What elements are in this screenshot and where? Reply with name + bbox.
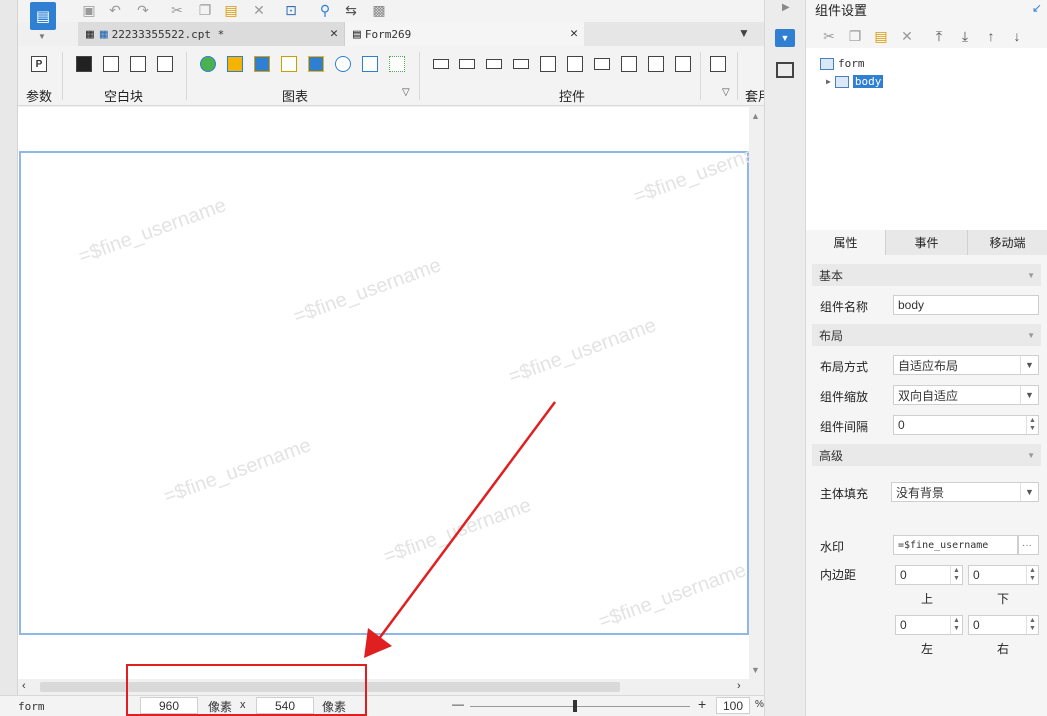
name-label: 组件名称 <box>820 300 869 314</box>
padding-left-stepper[interactable]: 0 ▲ ▼ <box>895 615 963 635</box>
scroll-up-icon[interactable]: ▲ <box>751 111 760 121</box>
spacing-label: 组件间隔 <box>820 420 869 434</box>
paste-icon[interactable]: ▤ <box>872 27 890 45</box>
scale-select[interactable]: 双向自适应 ▼ <box>893 385 1039 405</box>
stepper-icon[interactable]: ▲ ▼ <box>950 616 962 634</box>
collapse-icon[interactable]: ▼ <box>1027 271 1035 280</box>
tab-events[interactable]: 事件 <box>886 230 968 255</box>
section-basic[interactable]: 基本 ▼ <box>812 264 1041 286</box>
right-label: 右 <box>997 642 1010 656</box>
padding-right-stepper[interactable]: 0 ▲ ▼ <box>968 615 1039 635</box>
annotation-highlight-box <box>126 664 367 716</box>
fill-select[interactable]: 没有背景 ▼ <box>891 482 1039 502</box>
stepper-icon[interactable]: ▲ ▼ <box>1026 416 1038 434</box>
more-icon[interactable]: ··· <box>1018 535 1039 555</box>
stepper-icon[interactable]: ▲ ▼ <box>1026 566 1038 584</box>
chevron-down-icon[interactable]: ▼ <box>1020 356 1038 374</box>
move-up-icon[interactable]: ↑ <box>982 27 1000 45</box>
side-toolbar <box>764 0 806 716</box>
left-label: 左 <box>921 642 934 656</box>
zoom-out-button[interactable]: — <box>452 697 464 711</box>
move-bottom-icon[interactable]: ⤓ <box>956 27 974 45</box>
collapse-icon[interactable]: ▼ <box>1027 331 1035 340</box>
tree-node-body[interactable]: ▶ body <box>826 75 884 88</box>
component-settings-icon[interactable]: ▼ <box>775 29 795 47</box>
pin-icon[interactable]: ↙ <box>1032 1 1042 15</box>
scroll-down-icon[interactable]: ▼ <box>751 665 760 675</box>
padding-top-stepper[interactable]: 0 ▲ ▼ <box>895 565 963 585</box>
layout-icon[interactable] <box>776 62 794 78</box>
zoom-input[interactable]: 100 <box>716 697 750 714</box>
copy-icon[interactable]: ❐ <box>846 27 864 45</box>
spacing-stepper[interactable]: 0 ▲ ▼ <box>893 415 1039 435</box>
chevron-down-icon[interactable]: ▼ <box>1020 483 1038 501</box>
cut-icon[interactable]: ✂ <box>820 27 838 45</box>
watermark-input[interactable]: =$fine_username <box>893 535 1018 555</box>
collapse-arrow-icon[interactable]: ▶ <box>782 2 790 13</box>
layout-mode-select[interactable]: 自适应布局 ▼ <box>893 355 1039 375</box>
zoom-in-button[interactable]: + <box>698 696 706 712</box>
delete-icon[interactable]: ✕ <box>898 27 916 45</box>
percent-label: % <box>755 699 764 710</box>
annotation-arrow <box>364 401 557 658</box>
stepper-icon[interactable]: ▲ ▼ <box>1026 616 1038 634</box>
collapse-icon[interactable]: ▼ <box>1027 451 1035 460</box>
scale-label: 组件缩放 <box>820 390 869 404</box>
property-tabs: 属性 事件 移动端 <box>806 230 1047 255</box>
bottom-label: 下 <box>997 592 1010 606</box>
watermark-label: 水印 <box>820 540 845 554</box>
tab-properties[interactable]: 属性 <box>806 230 886 255</box>
body-icon <box>834 75 849 88</box>
current-component-label: form <box>18 700 45 713</box>
zoom-slider-thumb[interactable] <box>573 700 577 712</box>
top-label: 上 <box>921 592 934 606</box>
zoom-slider-track[interactable] <box>470 706 690 707</box>
form-icon <box>820 57 834 70</box>
expand-icon[interactable]: ▶ <box>826 77 831 86</box>
move-down-icon[interactable]: ↓ <box>1008 27 1026 45</box>
tree-node-form[interactable]: form <box>820 57 865 70</box>
component-name-input[interactable]: body <box>893 295 1039 315</box>
padding-bottom-stepper[interactable]: 0 ▲ ▼ <box>968 565 1039 585</box>
layout-mode-label: 布局方式 <box>820 360 869 374</box>
panel-title: 组件设置 <box>815 3 868 18</box>
stepper-icon[interactable]: ▲ ▼ <box>950 566 962 584</box>
tab-mobile[interactable]: 移动端 <box>968 230 1047 255</box>
scroll-right-icon[interactable]: › <box>737 680 741 692</box>
section-advanced[interactable]: 高级 ▼ <box>812 444 1041 466</box>
fill-label: 主体填充 <box>820 487 869 501</box>
vertical-scrollbar[interactable] <box>749 107 764 679</box>
padding-label: 内边距 <box>820 568 857 582</box>
section-layout[interactable]: 布局 ▼ <box>812 324 1041 346</box>
move-top-icon[interactable]: ⤒ <box>930 27 948 45</box>
scroll-left-icon[interactable]: ‹ <box>22 680 26 692</box>
chevron-down-icon[interactable]: ▼ <box>1020 386 1038 404</box>
